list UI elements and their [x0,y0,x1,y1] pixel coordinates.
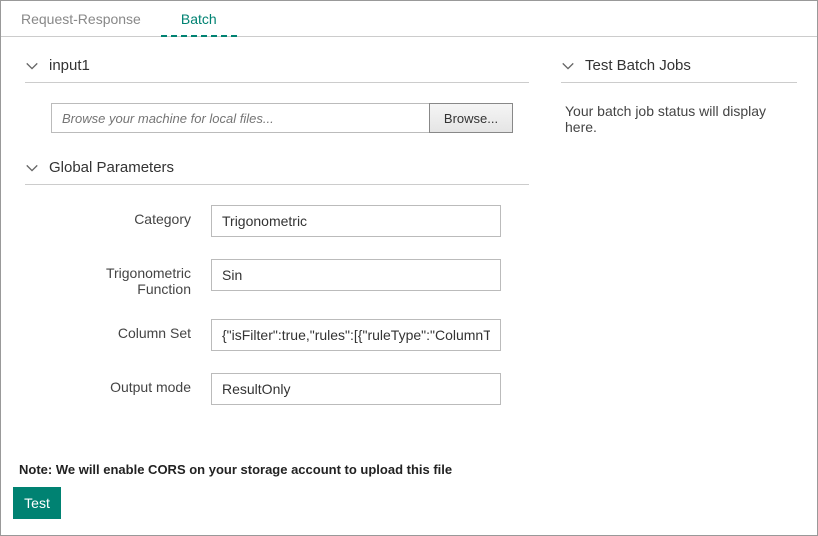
browse-button[interactable]: Browse... [429,103,513,133]
section-test-batch-header[interactable]: Test Batch Jobs [561,57,797,83]
section-input1-title: input1 [49,57,90,74]
file-path-input[interactable] [51,103,429,133]
param-category-row: Category [51,205,529,237]
param-output-mode-label: Output mode [51,373,211,395]
param-category-label: Category [51,205,211,227]
content-area: input1 Browse... Global Parameters Categ… [1,37,817,531]
param-category-input[interactable] [211,205,501,237]
param-column-set-row: Column Set [51,319,529,351]
chevron-down-icon [25,161,39,175]
tab-bar: Request-Response Batch [1,1,817,37]
section-global-params-title: Global Parameters [49,159,174,176]
param-column-set-label: Column Set [51,319,211,341]
param-trig-func-row: Trigonometric Function [51,259,529,297]
section-test-batch-title: Test Batch Jobs [585,57,691,74]
param-output-mode-row: Output mode [51,373,529,405]
file-picker-row: Browse... [51,103,513,133]
param-trig-func-label: Trigonometric Function [51,259,211,297]
section-global-params-header[interactable]: Global Parameters [25,159,529,185]
test-button[interactable]: Test [13,487,61,519]
cors-note: Note: We will enable CORS on your storag… [19,462,529,477]
param-output-mode-input[interactable] [211,373,501,405]
batch-status-text: Your batch job status will display here. [565,103,797,135]
section-input1-header[interactable]: input1 [25,57,529,83]
param-column-set-input[interactable] [211,319,501,351]
left-column: input1 Browse... Global Parameters Categ… [1,37,541,531]
chevron-down-icon [25,59,39,73]
param-trig-func-input[interactable] [211,259,501,291]
right-column: Test Batch Jobs Your batch job status wi… [541,37,817,531]
tab-batch[interactable]: Batch [161,1,237,37]
chevron-down-icon [561,59,575,73]
tab-request-response[interactable]: Request-Response [1,1,161,36]
